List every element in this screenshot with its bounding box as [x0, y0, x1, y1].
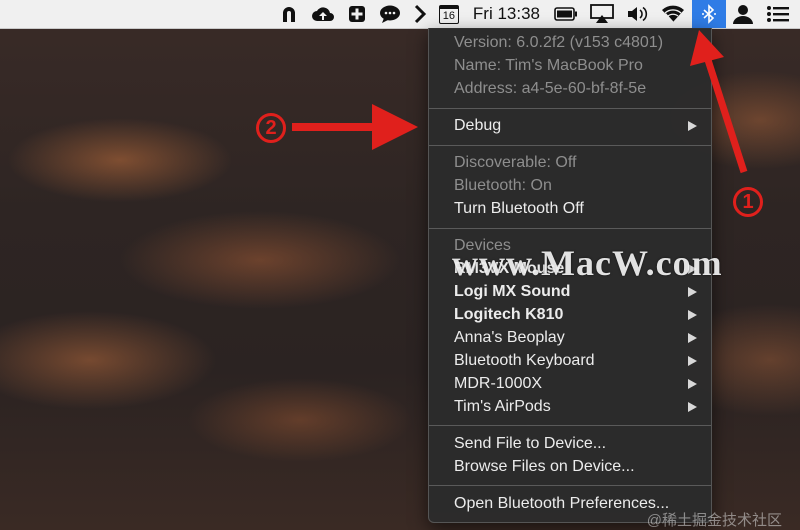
- annotation-badge-2: 2: [256, 113, 286, 143]
- arrow-1-head: [690, 30, 724, 66]
- watermark-text: www.MacW.com: [452, 243, 723, 283]
- annotation-badge-1: 1: [733, 187, 763, 217]
- arrow-1-shaft: [704, 58, 748, 174]
- footer-watermark: @稀土掘金技术社区: [646, 512, 782, 529]
- arrow-2-head: [372, 104, 418, 150]
